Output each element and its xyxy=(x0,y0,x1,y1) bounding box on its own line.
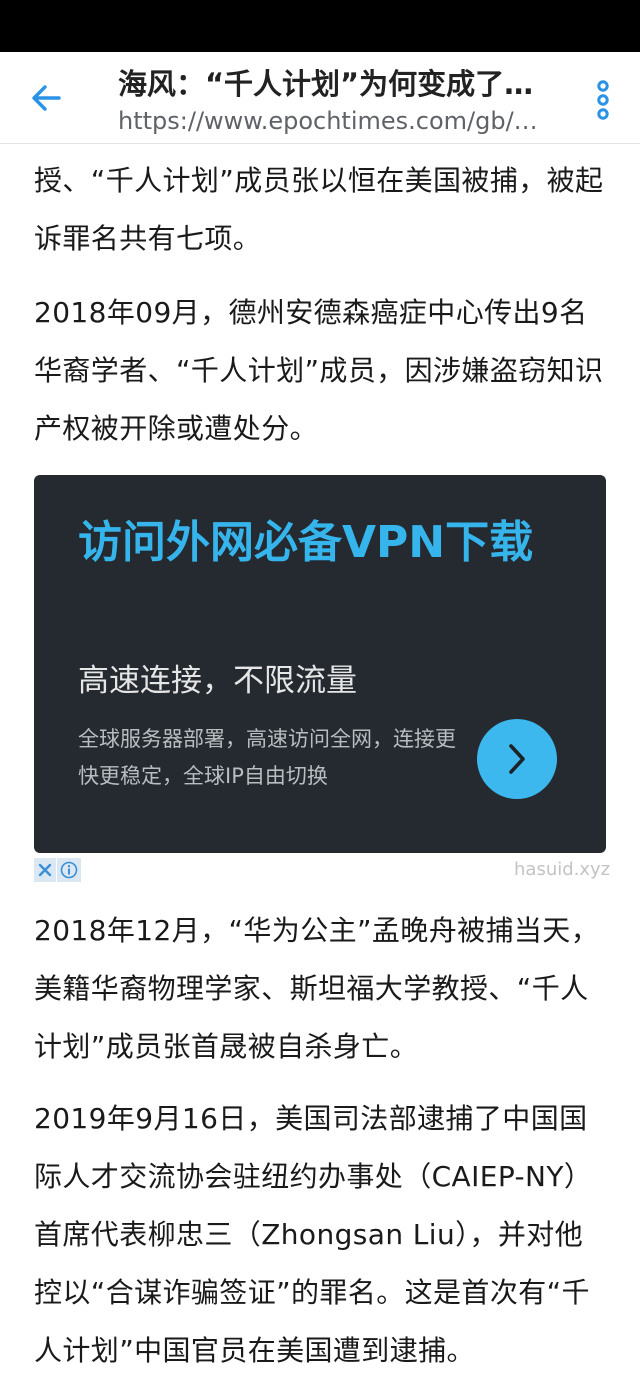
chevron-right-icon xyxy=(509,744,525,774)
more-options-button[interactable] xyxy=(588,78,618,122)
close-icon xyxy=(38,863,52,877)
ad-open-button[interactable] xyxy=(477,719,557,799)
status-bar xyxy=(0,0,640,52)
ad-domain: hasuid.xyz xyxy=(514,859,611,880)
article-paragraph: 授、“千人计划”成员张以恒在美国被捕，被起诉罪名共有七项。 xyxy=(34,164,604,255)
ad-headline: 访问外网必备VPN下载 xyxy=(78,517,534,568)
more-vertical-icon xyxy=(597,80,609,120)
ad-close-button[interactable] xyxy=(34,858,56,882)
back-button[interactable] xyxy=(24,76,68,120)
browser-toolbar: 海风：“千人计划”为何变成了… https://www.epochtimes.c… xyxy=(0,52,640,144)
title-block[interactable]: 海风：“千人计划”为何变成了… https://www.epochtimes.c… xyxy=(118,64,568,137)
ad-info-button[interactable] xyxy=(57,858,81,882)
article-paragraph: 2018年09月，德州安德森癌症中心传出9名华裔学者、“千人计划”成员，因涉嫌盗… xyxy=(34,296,604,445)
page-title: 海风：“千人计划”为何变成了… xyxy=(118,67,534,101)
ad-choices xyxy=(34,858,81,882)
ad-description: 全球服务器部署，高速访问全网，连接更快更稳定，全球IP自由切换 xyxy=(78,727,456,788)
arrow-left-icon xyxy=(32,85,61,111)
article-paragraph: 2019年9月16日，美国司法部逮捕了中国国际人才交流协会驻纽约办事处（CAIE… xyxy=(34,1102,593,1367)
article-paragraph: 2018年12月，“华为公主”孟晚舟被捕当天，美籍华裔物理学家、斯坦福大学教授、… xyxy=(34,914,600,1063)
info-icon xyxy=(60,861,78,879)
ad-subheadline: 高速连接，不限流量 xyxy=(78,663,357,699)
advertisement-banner[interactable]: 访问外网必备VPN下载 高速连接，不限流量 全球服务器部署，高速访问全网，连接更… xyxy=(34,475,606,853)
page-url: https://www.epochtimes.com/gb/… xyxy=(118,107,538,135)
